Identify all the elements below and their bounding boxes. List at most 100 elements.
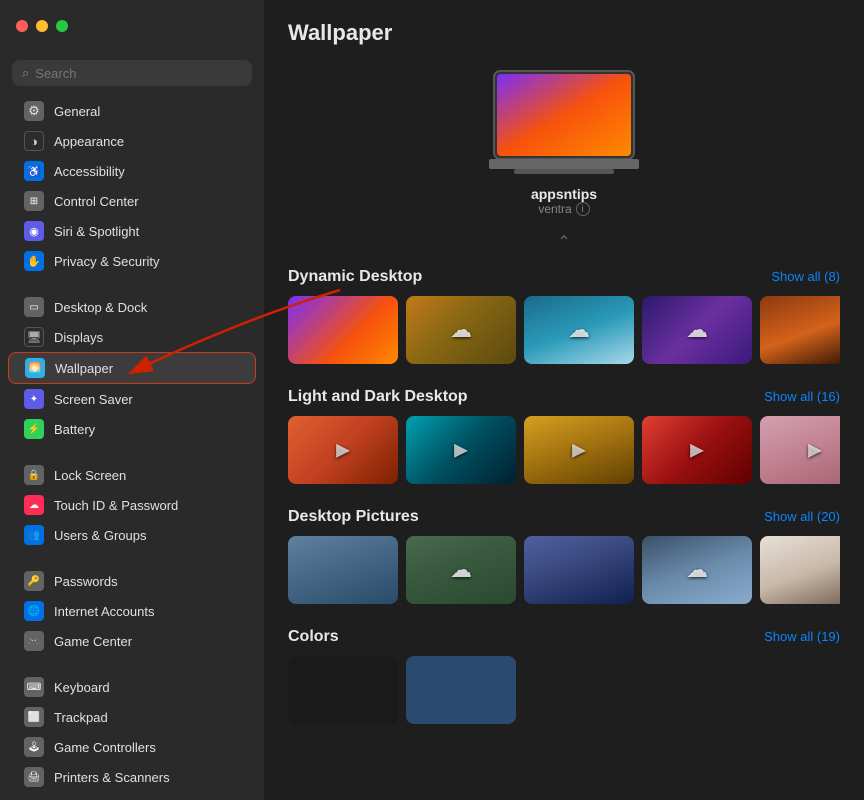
section-title-light-dark: Light and Dark Desktop [288,388,468,406]
section-header-desktop: Desktop Pictures Show all (20) [288,508,840,526]
printers-icon: 🖨 [24,767,44,787]
keyboard-icon: ⌨ [24,677,44,697]
control-center-icon: ⊞ [24,191,44,211]
general-icon: ⚙ [24,101,44,121]
sidebar-item-control-center[interactable]: ⊞ Control Center [8,186,256,216]
sidebar-item-label: Keyboard [54,680,110,695]
wallpaper-thumb[interactable] [760,536,840,604]
wallpaper-thumb[interactable]: ☁ [642,536,752,604]
collapse-chevron[interactable]: ⌃ [288,232,840,252]
search-input[interactable] [35,66,242,81]
displays-icon: 🖥 [24,327,44,347]
sidebar-item-siri[interactable]: ◉ Siri & Spotlight [8,216,256,246]
wallpaper-thumb[interactable]: ▶ [760,416,840,484]
sidebar-item-label: Control Center [54,194,139,209]
users-groups-icon: 👥 [24,525,44,545]
sidebar-item-label: Passwords [54,574,118,589]
sidebar-item-wallpaper[interactable]: 🌅 Wallpaper [8,352,256,384]
sidebar-item-label: Touch ID & Password [54,498,178,513]
sidebar-item-label: Game Controllers [54,740,156,755]
appearance-icon: ◑ [24,131,44,151]
section-header-colors: Colors Show all (19) [288,628,840,646]
info-icon[interactable]: i [576,202,590,216]
sidebar-item-label: General [54,104,100,119]
sidebar-item-general[interactable]: ⚙ General [8,96,256,126]
show-all-colors[interactable]: Show all (19) [764,629,840,644]
sidebar-item-battery[interactable]: ⚡ Battery [8,414,256,444]
search-container: ⌕ [0,52,264,96]
section-colors: Colors Show all (19) [288,628,840,724]
sidebar-item-desktop-dock[interactable]: ▭ Desktop & Dock [8,292,256,322]
show-all-light-dark[interactable]: Show all (16) [764,389,840,404]
sidebar-item-displays[interactable]: 🖥 Displays [8,322,256,352]
sidebar-item-label: Accessibility [54,164,125,179]
section-header-light-dark: Light and Dark Desktop Show all (16) [288,388,840,406]
sidebar-item-label: Internet Accounts [54,604,154,619]
sidebar-item-lock-screen[interactable]: 🔒 Lock Screen [8,460,256,490]
sidebar-item-label: Printers & Scanners [54,770,170,785]
battery-icon: ⚡ [24,419,44,439]
internet-accounts-icon: 🌐 [24,601,44,621]
maximize-button[interactable] [56,20,68,32]
minimize-button[interactable] [36,20,48,32]
sidebar-item-internet-accounts[interactable]: 🌐 Internet Accounts [8,596,256,626]
cloud-download-icon: ☁ [568,317,590,343]
sidebar-item-passwords[interactable]: 🔑 Passwords [8,566,256,596]
cloud-download-icon: ☁ [686,317,708,343]
wallpaper-thumb[interactable]: ▶ [524,416,634,484]
sidebar-item-screen-saver[interactable]: ✦ Screen Saver [8,384,256,414]
show-all-desktop[interactable]: Show all (20) [764,509,840,524]
sidebar-group-5: ⌨ Keyboard ⬜ Trackpad 🕹 Game Controllers… [0,672,264,800]
desktop-pictures-grid: ☁ ☁ [288,536,840,604]
section-light-dark: Light and Dark Desktop Show all (16) ▶ ▶… [288,388,840,484]
sidebar-item-privacy[interactable]: ✋ Privacy & Security [8,246,256,276]
title-bar [0,0,264,52]
wallpaper-thumb[interactable]: ☁ [642,296,752,364]
sidebar-item-label: Game Center [54,634,132,649]
privacy-icon: ✋ [24,251,44,271]
cloud-download-icon: ☁ [450,557,472,583]
sidebar-item-keyboard[interactable]: ⌨ Keyboard [8,672,256,702]
section-title-dynamic: Dynamic Desktop [288,268,422,286]
sidebar-item-game-controllers[interactable]: 🕹 Game Controllers [8,732,256,762]
section-desktop-pictures: Desktop Pictures Show all (20) ☁ ☁ [288,508,840,604]
sidebar-item-label: Siri & Spotlight [54,224,139,239]
sidebar-item-users-groups[interactable]: 👥 Users & Groups [8,520,256,550]
color-thumb-navy[interactable] [406,656,516,724]
wallpaper-thumb[interactable]: ▶ [406,416,516,484]
play-icon: ▶ [690,440,704,461]
play-icon: ▶ [454,440,468,461]
close-button[interactable] [16,20,28,32]
game-controllers-icon: 🕹 [24,737,44,757]
colors-grid [288,656,840,724]
wallpaper-thumb[interactable]: ☁ [406,296,516,364]
wallpaper-thumb[interactable] [288,296,398,364]
sidebar: ⌕ ⚙ General ◑ Appearance ♿ Accessibility… [0,0,264,800]
wallpaper-thumb[interactable]: ▶ [288,416,398,484]
sidebar-item-trackpad[interactable]: ⬜ Trackpad [8,702,256,732]
color-thumb-black[interactable] [288,656,398,724]
wallpaper-thumb[interactable]: ☁ [524,296,634,364]
light-dark-grid: ▶ ▶ ▶ ▶ ▶ [288,416,840,484]
show-all-dynamic[interactable]: Show all (8) [771,269,840,284]
search-box[interactable]: ⌕ [12,60,252,86]
sidebar-item-touch-id[interactable]: ☁ Touch ID & Password [8,490,256,520]
sidebar-group-3: 🔒 Lock Screen ☁ Touch ID & Password 👥 Us… [0,460,264,558]
wallpaper-thumb[interactable] [524,536,634,604]
sidebar-item-label: Displays [54,330,103,345]
macbook-svg [484,66,644,176]
game-center-icon: 🎮 [24,631,44,651]
sidebar-item-printers[interactable]: 🖨 Printers & Scanners [8,762,256,792]
wallpaper-thumb[interactable]: ☁ [406,536,516,604]
wallpaper-thumb[interactable] [760,296,840,364]
sidebar-item-appearance[interactable]: ◑ Appearance [8,126,256,156]
dynamic-desktop-grid: ☁ ☁ ☁ [288,296,840,364]
sidebar-item-label: Appearance [54,134,124,149]
desktop-dock-icon: ▭ [24,297,44,317]
sidebar-item-accessibility[interactable]: ♿ Accessibility [8,156,256,186]
sidebar-item-game-center[interactable]: 🎮 Game Center [8,626,256,656]
sidebar-item-label: Trackpad [54,710,108,725]
screen-saver-icon: ✦ [24,389,44,409]
wallpaper-thumb[interactable] [288,536,398,604]
wallpaper-thumb[interactable]: ▶ [642,416,752,484]
